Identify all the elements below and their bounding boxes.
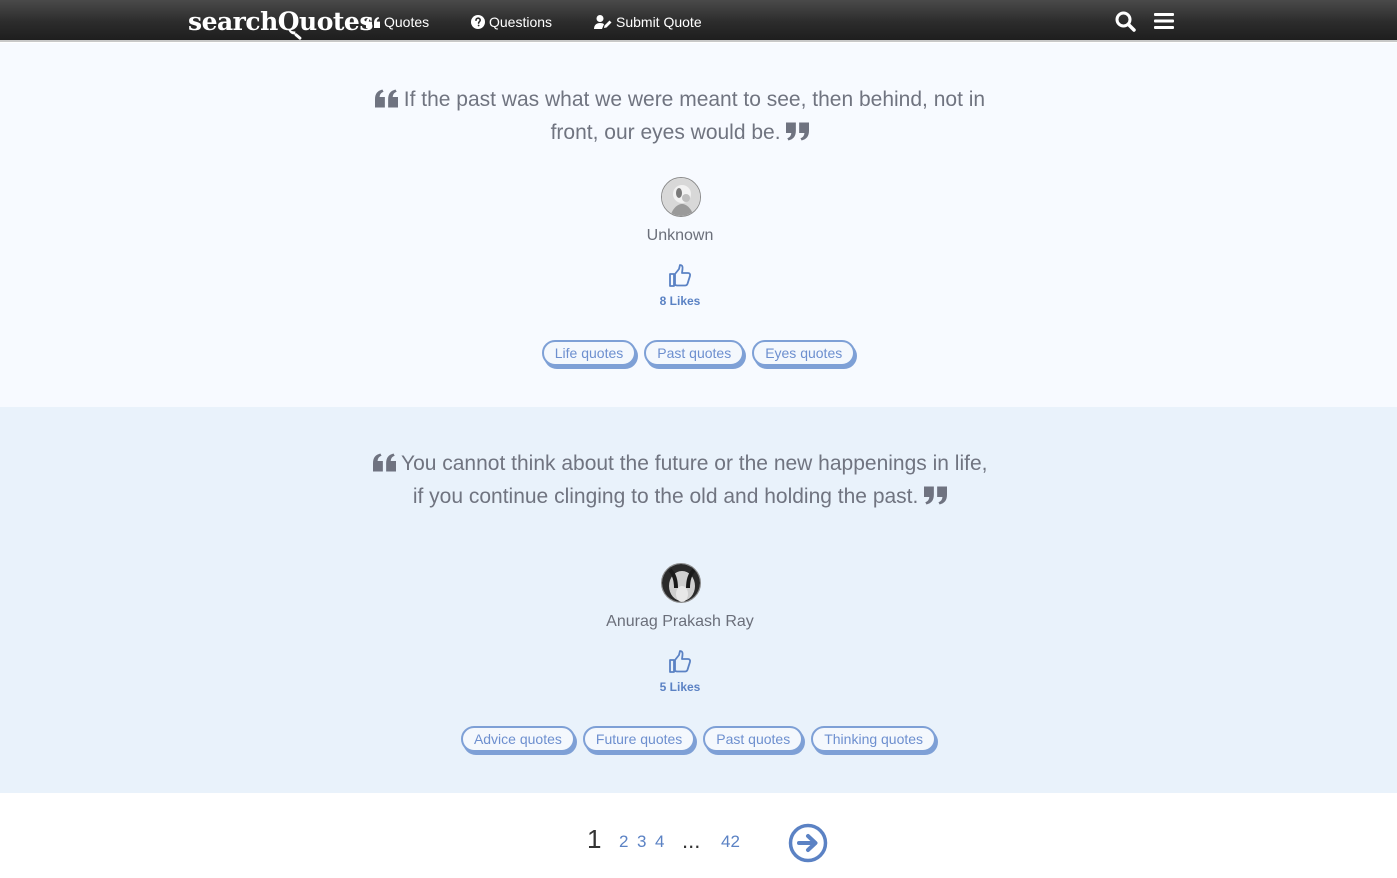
next-page-button[interactable] — [788, 823, 828, 863]
arrow-right-circle-icon — [788, 823, 828, 863]
author-avatar-image — [662, 178, 700, 216]
quote-text-container: If the past was what we were meant to se… — [370, 83, 990, 149]
nav-questions-link[interactable]: Questions — [471, 12, 552, 32]
open-quote-icon — [374, 89, 398, 108]
tag-past-quotes[interactable]: Past quotes — [644, 340, 745, 366]
author-avatar-image — [662, 564, 700, 602]
quote-text-container: You cannot think about the future or the… — [370, 447, 990, 513]
quote-text[interactable]: You cannot think about the future or the… — [401, 452, 987, 508]
like-button[interactable]: 5 Likes — [640, 649, 720, 694]
logo-text: searchQuotes — [188, 6, 373, 36]
tag-eyes-quotes[interactable]: Eyes quotes — [752, 340, 856, 366]
close-quote-icon — [924, 486, 948, 505]
pagination-ellipsis: ... — [682, 828, 701, 853]
tag-advice-quotes[interactable]: Advice quotes — [460, 726, 575, 752]
nav-submit-quote-link[interactable]: Submit Quote — [594, 12, 702, 32]
search-button[interactable] — [1114, 10, 1136, 32]
site-logo[interactable]: searchQuotes — [188, 5, 373, 37]
quote-text[interactable]: If the past was what we were meant to se… — [404, 88, 985, 144]
tag-past-quotes[interactable]: Past quotes — [703, 726, 804, 752]
quote-icon — [366, 16, 380, 28]
page-link-3[interactable]: 3 — [637, 832, 646, 852]
open-quote-icon — [372, 453, 396, 472]
like-button[interactable]: 8 Likes — [640, 263, 720, 308]
author-avatar[interactable] — [661, 177, 701, 217]
nav-questions-label: Questions — [489, 14, 553, 30]
page-link-2[interactable]: 2 — [619, 832, 628, 852]
user-edit-icon — [594, 15, 612, 29]
nav-submit-quote-label: Submit Quote — [616, 14, 702, 30]
tag-list: Life quotes Past quotes Eyes quotes — [0, 340, 1397, 366]
nav-quotes-link[interactable]: Quotes — [366, 12, 429, 32]
nav-quotes-label: Quotes — [384, 14, 430, 30]
tag-list: Advice quotes Future quotes Past quotes … — [0, 726, 1397, 752]
search-icon — [1115, 11, 1136, 32]
question-circle-icon — [471, 15, 485, 29]
tag-life-quotes[interactable]: Life quotes — [541, 340, 637, 366]
quote-card: You cannot think about the future or the… — [0, 407, 1397, 793]
like-count: 5 Likes — [659, 680, 701, 694]
author-name[interactable]: Unknown — [480, 227, 880, 245]
page-link-last[interactable]: 42 — [721, 832, 740, 852]
like-count: 8 Likes — [659, 294, 701, 308]
current-page: 1 — [587, 824, 602, 854]
close-quote-icon — [786, 122, 810, 141]
quote-card: If the past was what we were meant to se… — [0, 43, 1397, 407]
tag-future-quotes[interactable]: Future quotes — [582, 726, 696, 752]
top-navbar: searchQuotes Quotes Questions Submit Quo… — [0, 0, 1397, 42]
hamburger-menu-icon — [1154, 13, 1174, 29]
thumbs-up-icon — [669, 650, 692, 673]
menu-button[interactable] — [1153, 10, 1175, 32]
author-avatar[interactable] — [661, 563, 701, 603]
tag-thinking-quotes[interactable]: Thinking quotes — [811, 726, 937, 752]
pagination: 1 2 3 4 ... 42 — [0, 820, 1397, 864]
author-name[interactable]: Anurag Prakash Ray — [480, 613, 880, 631]
thumbs-up-icon — [669, 264, 692, 287]
page-link-4[interactable]: 4 — [655, 832, 664, 852]
